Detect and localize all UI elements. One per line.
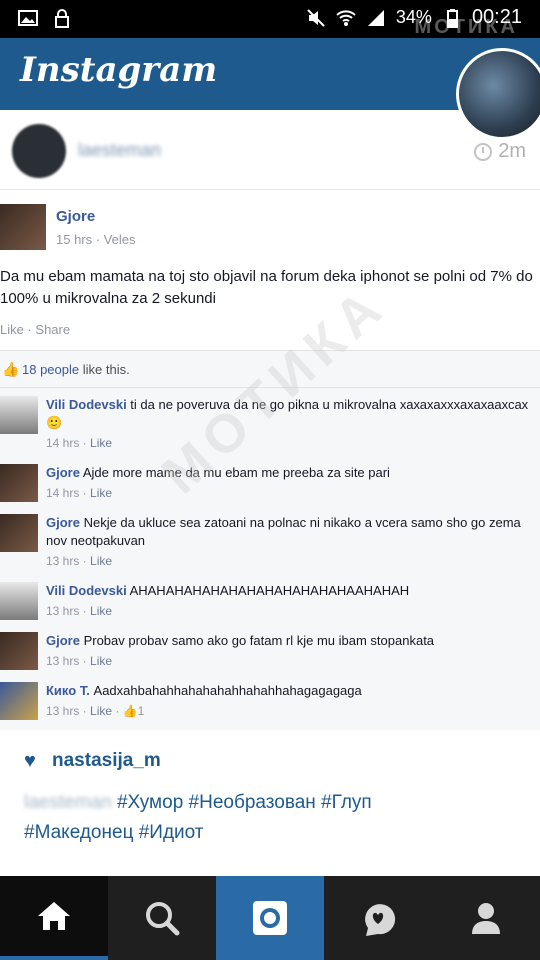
- fb-comment-name: Gjore: [46, 633, 80, 648]
- post-caption: ♥ nastasija_m laesteman #Хумор #Необразо…: [0, 730, 540, 876]
- mute-icon: [307, 8, 325, 27]
- fb-comment-text: Aadxahbahahhahahahahhahahhahagagagaga: [89, 683, 362, 698]
- post-image[interactable]: Gjore 15 hrs · Veles Da mu ebam mamata n…: [0, 190, 540, 730]
- fb-likes-suffix: like this.: [79, 362, 130, 377]
- fb-comment-meta: 14 hrs · Like: [46, 434, 536, 452]
- fb-comment-like: Like: [90, 436, 113, 450]
- fb-author-name: Gjore: [56, 208, 96, 225]
- fb-likes-bar: 👍 18 people like this.: [0, 350, 540, 388]
- fb-comment-text: Probav probav samo ako go fatam rl kje m…: [79, 633, 435, 648]
- fb-post-meta: 15 hrs · Veles: [56, 232, 136, 247]
- home-icon: [38, 902, 70, 930]
- fb-comment-time: 14 hrs ·: [46, 486, 91, 500]
- thumbs-up-icon: 👍: [2, 361, 20, 377]
- fb-comment-like: Like: [90, 604, 113, 618]
- fb-comment-meta: 13 hrs · Like · 👍1: [46, 702, 536, 720]
- fb-comment-avatar: [0, 464, 38, 502]
- activity-icon: [365, 904, 396, 936]
- nav-camera[interactable]: [216, 876, 324, 960]
- heart-icon: ♥: [24, 750, 36, 772]
- nav-activity[interactable]: [324, 876, 432, 960]
- fb-comment-name: Vili Dodevski: [46, 583, 127, 598]
- fb-comment-avatar: [0, 582, 38, 620]
- fb-comment-avatar: [0, 632, 38, 670]
- fb-comments: Vili Dodevski ti da ne poveruva da ne go…: [0, 388, 540, 730]
- caption-hashtags-line2[interactable]: #Македонец #Идиот: [24, 822, 204, 843]
- fb-comment-text: Ajde more mame da mu ebam me preeba za s…: [79, 465, 390, 480]
- nav-profile[interactable]: [432, 876, 540, 960]
- fb-comment-time: 13 hrs ·: [46, 554, 91, 568]
- caption-username[interactable]: laesteman: [24, 792, 112, 813]
- fb-comment-time: 14 hrs ·: [46, 436, 91, 450]
- avatar[interactable]: [12, 124, 66, 178]
- fb-likes-text: 18 people like this.: [22, 362, 130, 377]
- fb-comment-avatar: [0, 396, 38, 434]
- fb-author-avatar: [0, 204, 46, 250]
- signal-icon: [367, 9, 384, 26]
- fb-comment-like: Like: [90, 486, 113, 500]
- fb-comment-name: Gjore: [46, 515, 80, 530]
- caption-hashtags-line1[interactable]: #Хумор #Необразован #Глуп: [112, 792, 372, 813]
- search-icon: [146, 902, 180, 936]
- post-time-label: 2m: [498, 140, 526, 162]
- likes-row: ♥ nastasija_m: [24, 750, 161, 772]
- profile-photo-bubble[interactable]: [456, 48, 540, 140]
- fb-comment-avatar: [0, 514, 38, 552]
- fb-actions: Like · Share: [0, 322, 71, 337]
- fb-comment-time: 13 hrs ·: [46, 604, 91, 618]
- fb-comment-text: AHAHAHAHAHAHAHAHAHAHAHAHAAHAHAH: [126, 583, 410, 598]
- fb-comment-meta: 13 hrs · Like: [46, 552, 536, 570]
- fb-comment-like: Like: [90, 554, 113, 568]
- post-header: laesteman 2m: [0, 110, 540, 190]
- fb-comment-time: 13 hrs ·: [46, 704, 91, 718]
- fb-comment-text: Nekje da ukluce sea zatoani na polnac ni…: [46, 515, 521, 548]
- fb-comment-avatar: [0, 682, 38, 720]
- fb-comment-time: 13 hrs ·: [46, 654, 91, 668]
- lock-icon: [55, 9, 69, 28]
- instagram-logo: Instagram: [20, 50, 218, 90]
- nav-home[interactable]: [0, 876, 108, 960]
- clock-icon: [474, 142, 493, 161]
- watermark: МОТИКА: [414, 16, 518, 38]
- image-icon: [18, 10, 38, 26]
- liked-by-username[interactable]: nastasija_m: [52, 750, 161, 772]
- fb-comment-name: Gjore: [46, 465, 80, 480]
- fb-comment-meta: 13 hrs · Like: [46, 652, 536, 670]
- post-time: 2m: [474, 140, 526, 163]
- fb-comment-like: Like: [90, 704, 113, 718]
- nav-search[interactable]: [108, 876, 216, 960]
- profile-icon: [472, 903, 500, 934]
- fb-comment-like-count: · 👍1: [112, 704, 145, 718]
- fb-comment-name: Vili Dodevski: [46, 397, 127, 412]
- post-username[interactable]: laesteman: [78, 140, 161, 161]
- fb-comment-meta: 14 hrs · Like: [46, 484, 536, 502]
- wifi-icon: [336, 9, 356, 26]
- caption-text: laesteman #Хумор #Необразован #Глуп #Мак…: [24, 788, 524, 848]
- camera-icon: [253, 901, 287, 935]
- bottom-nav: [0, 876, 540, 960]
- fb-likes-count: 18 people: [22, 362, 80, 377]
- fb-comment-name: Кико Т.: [46, 683, 90, 698]
- fb-comment-meta: 13 hrs · Like: [46, 602, 536, 620]
- fb-comment-like: Like: [90, 654, 113, 668]
- fb-post-text: Da mu ebam mamata na toj sto objavil na …: [0, 268, 533, 307]
